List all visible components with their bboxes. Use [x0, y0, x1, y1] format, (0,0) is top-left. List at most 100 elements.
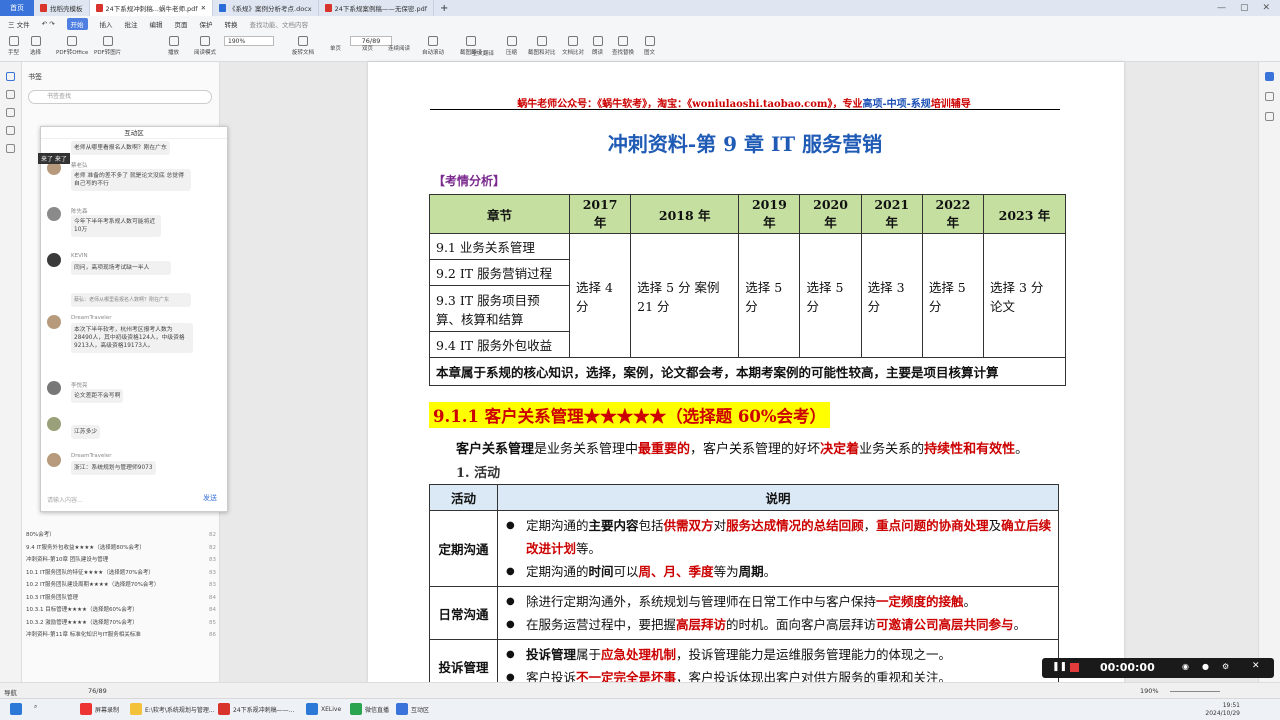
bookmark-search-input[interactable]: 书签查找 — [28, 90, 212, 104]
doc-compare-button[interactable]: 文档比对 — [562, 36, 584, 56]
menu-protect[interactable]: 保护 — [200, 19, 213, 29]
menu-home[interactable]: 开始 — [66, 18, 88, 30]
bookmark-icon[interactable] — [6, 72, 15, 81]
chat-message: 蔡老弘 老师 准备的差不多了 就是论文没底 总觉得自己写的不行 — [47, 161, 217, 197]
taskbar-app[interactable]: XELive — [306, 703, 341, 715]
outline-item[interactable]: 10.3 IT服务团队管理 84 — [26, 595, 216, 603]
outline-item[interactable]: 冲刺资料-第10章 团队建设与管理 83 — [26, 557, 216, 565]
minimize-icon[interactable]: — — [1217, 3, 1226, 13]
comment-icon[interactable] — [6, 108, 15, 117]
nav-label[interactable]: 导航 — [4, 687, 17, 697]
taskbar-app[interactable]: 互动区 — [396, 703, 429, 715]
double-page-button[interactable]: 双页 — [362, 44, 373, 52]
send-button[interactable]: 发送 — [203, 493, 217, 503]
taskbar-app[interactable]: 24下系规冲刺稿——... — [218, 703, 294, 715]
tab-pdf-active[interactable]: 24下系规冲刺稿...蜗牛老师.pdf ✕ — [89, 0, 214, 16]
status-zoom[interactable]: 190% — [1140, 687, 1159, 695]
activity-cell: 日常沟通 — [429, 586, 498, 640]
status-page[interactable]: 76/89 — [88, 687, 107, 695]
table-header-row: 活动 说明 — [429, 484, 1059, 511]
mic-icon[interactable]: ● — [1202, 662, 1209, 671]
continuous-button[interactable]: 连续阅读 — [388, 44, 410, 52]
table-note: 本章属于系规的核心知识，选择，案例，论文都会考，本期考案例的可能性较高，主要是项… — [429, 357, 1066, 386]
page-header: 蜗牛老师公众号：《蜗牛软考》，淘宝：《woniulaoshi.taobao.co… — [517, 99, 971, 110]
hand-icon — [8, 36, 19, 46]
search-icon[interactable] — [6, 144, 15, 153]
taskbar-app[interactable]: 微信直播 — [350, 703, 389, 715]
chat-input[interactable]: 请输入内容… — [47, 495, 177, 504]
read-mode-button[interactable]: 阅读模式 — [194, 36, 216, 56]
properties-icon[interactable] — [1265, 112, 1274, 121]
score-cell: 选择 5 分 — [921, 233, 984, 358]
table-row: 9.1 业务关系管理 选择 4 分 选择 5 分 案例 21 分 选择 5 分 … — [429, 233, 1067, 358]
home-tab[interactable]: 首页 — [0, 0, 34, 16]
wps-icon — [40, 4, 47, 12]
image-text-button[interactable]: 图文 — [644, 36, 655, 56]
list-item: 除进行定期沟通外，系统规划与管理师在日常工作中与客户保持一定频度的接触。 — [504, 590, 1052, 613]
outline-item[interactable]: 10.3.2 激励管理★★★★（选择题70%会考） 85 — [26, 620, 216, 628]
activity-table: 活动 说明 定期沟通 定期沟通的主要内容包括供需双方对服务达成情况的总结回顾，重… — [429, 484, 1059, 693]
outline-item[interactable]: 9.4 IT服务外包收益★★★★（选择题80%会考） 82 — [26, 545, 216, 553]
menu-convert[interactable]: 转换 — [225, 19, 238, 29]
outline-item[interactable]: 10.3.1 目标管理★★★★（选择题60%会考） 84 — [26, 607, 216, 615]
close-recorder-icon[interactable]: ✕ — [1252, 661, 1260, 671]
attachment-icon[interactable] — [6, 126, 15, 135]
close-window-icon[interactable]: ✕ — [1262, 3, 1270, 13]
screen-recorder-bar: ❚❚ 00:00:00 ◉ ● ⚙ ✕ — [1042, 658, 1274, 678]
zoom-input[interactable]: 190% — [224, 36, 274, 46]
outline-item[interactable]: 80%会考） 82 — [26, 532, 216, 540]
crop-compare-button[interactable]: 截图和对比 — [528, 36, 556, 56]
note-icon[interactable] — [1265, 92, 1274, 101]
doc-title: 冲刺资料-第 9 章 IT 服务营销 — [607, 132, 883, 156]
new-tab-button[interactable]: + — [434, 0, 454, 16]
read-aloud-button[interactable]: 朗读 — [592, 36, 603, 56]
taskbar-app[interactable]: E:\软考\系统规划与管理... — [130, 703, 215, 715]
list-item: 投诉管理属于应急处理机制，投诉管理能力是运维服务管理能力的体现之一。 — [504, 643, 1052, 666]
settings-icon[interactable]: ⚙ — [1222, 662, 1229, 671]
compress-button[interactable]: 压缩 — [506, 36, 517, 56]
outline-item[interactable]: 冲刺资料-第11章 标准化知识与IT服务相关标准 86 — [26, 632, 216, 640]
outline-item[interactable]: 10.1 IT服务团队的特征★★★★（选择题70%会考） 83 — [26, 570, 216, 578]
file-menu[interactable]: 三 文件 — [8, 19, 30, 29]
pdf-to-image-button[interactable]: PDF转图片 — [94, 36, 121, 56]
close-icon[interactable]: ✕ — [201, 4, 206, 12]
start-icon[interactable] — [10, 703, 22, 715]
menu-page[interactable]: 页面 — [175, 19, 188, 29]
auto-scroll-button[interactable]: 自动滚动 — [422, 36, 444, 56]
menu-insert[interactable]: 插入 — [100, 19, 113, 29]
thumbnail-icon[interactable] — [6, 90, 15, 99]
rotate-button[interactable]: 旋转文档 — [292, 36, 314, 56]
zoom-slider[interactable] — [1170, 691, 1220, 692]
camera-icon[interactable]: ◉ — [1182, 662, 1189, 671]
pause-icon[interactable]: ❚❚ — [1052, 662, 1067, 672]
play-button[interactable]: 播放 — [168, 36, 179, 56]
find-replace-button[interactable]: 查找替换 — [612, 36, 634, 56]
compare-icon — [568, 36, 578, 46]
chapter-cell: 9.2 IT 服务营销过程 — [429, 259, 570, 286]
tab-template[interactable]: 找稻壳模板 — [34, 0, 90, 16]
single-page-button[interactable]: 单页 — [330, 44, 341, 52]
stop-icon[interactable] — [1070, 663, 1079, 672]
maximize-icon[interactable]: ▢ — [1240, 3, 1249, 13]
window-controls: — ▢ ✕ — [1217, 3, 1280, 13]
avatar — [47, 381, 61, 395]
menu-search[interactable]: 查找功能、文档内容 — [250, 19, 309, 29]
tab-docx[interactable]: 《系规》案例分析考点.docx — [213, 0, 319, 16]
search-icon[interactable]: ⌕ — [34, 703, 37, 711]
menu-icons[interactable]: ↶ ↷ — [42, 20, 55, 28]
menu-comment[interactable]: 批注 — [125, 19, 138, 29]
exam-analysis-table: 章节 2017 年 2018 年 2019 年 2020 年 2021 年 20… — [429, 194, 1067, 386]
menu-edit[interactable]: 编辑 — [150, 19, 163, 29]
outline-item[interactable]: 10.2 IT服务团队建设周期★★★★（选择题70%会考） 83 — [26, 582, 216, 590]
ai-icon[interactable] — [1265, 72, 1274, 81]
table-header-cell: 2018 年 — [630, 194, 740, 234]
full-translate-button[interactable]: 全文翻译 — [472, 49, 494, 57]
pdf-to-office-button[interactable]: PDF转Office — [56, 36, 88, 56]
exam-analysis-label: 【考情分析】 — [433, 174, 506, 188]
scroll-icon — [428, 36, 438, 46]
hand-tool-button[interactable]: 手型 — [8, 36, 19, 56]
taskbar-app[interactable]: 屏幕录制 — [80, 703, 119, 715]
select-tool-button[interactable]: 选择 — [30, 36, 41, 56]
clock[interactable]: 19:51 2024/10/29 — [1205, 702, 1240, 718]
tab-pdf-2[interactable]: 24下系规案例稿——无保密.pdf — [319, 0, 435, 16]
